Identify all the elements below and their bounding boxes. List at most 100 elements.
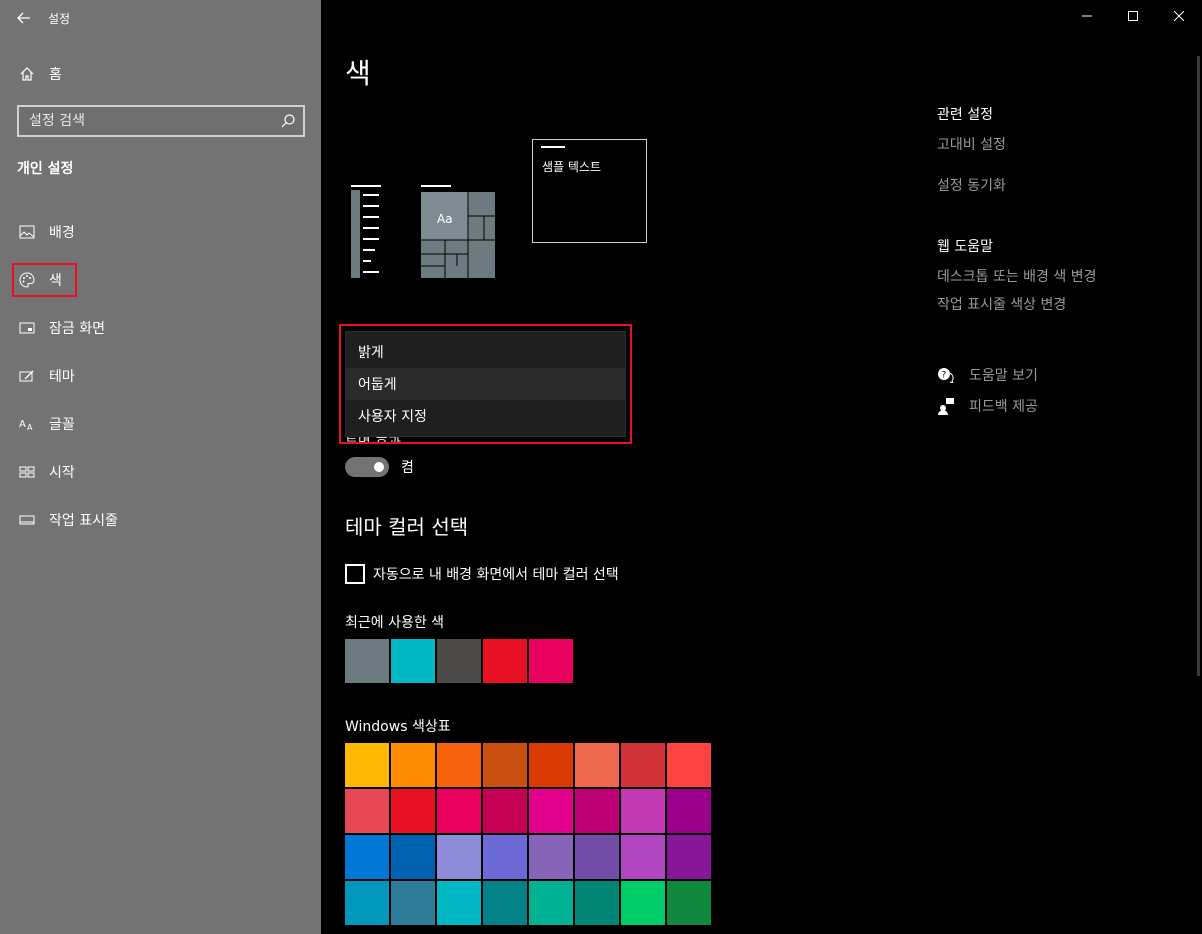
related-heading: 관련 설정 — [937, 107, 993, 123]
search-input[interactable] — [29, 113, 269, 129]
sample-line — [541, 146, 565, 148]
recent-swatch[interactable] — [483, 639, 527, 683]
palette-swatch[interactable] — [437, 881, 481, 925]
palette-swatch[interactable] — [575, 881, 619, 925]
svg-text:?: ? — [942, 371, 947, 381]
desktop-color-link[interactable]: 데스크톱 또는 배경 색 변경 — [937, 266, 1177, 286]
palette-swatch[interactable] — [575, 743, 619, 787]
palette-swatch[interactable] — [345, 881, 389, 925]
taskbar-icon — [18, 511, 36, 529]
palette-swatch[interactable] — [391, 789, 435, 833]
recent-swatch[interactable] — [437, 639, 481, 683]
palette-swatch[interactable] — [621, 881, 665, 925]
sidebar-item-label: 잠금 화면 — [49, 321, 105, 337]
sidebar-item-colors[interactable]: 색 — [0, 256, 321, 304]
palette-swatch[interactable] — [437, 835, 481, 879]
palette-swatch[interactable] — [575, 835, 619, 879]
palette-swatch[interactable] — [667, 881, 711, 925]
get-help-row[interactable]: ? 도움말 보기 — [937, 365, 1038, 385]
sidebar-item-label: 색 — [49, 273, 62, 289]
sidebar-item-label: 작업 표시줄 — [49, 513, 118, 529]
palette-swatch[interactable] — [437, 789, 481, 833]
sidebar-item-taskbar[interactable]: 작업 표시줄 — [0, 496, 321, 544]
sidebar-item-fonts[interactable]: AA 글꼴 — [0, 400, 321, 448]
sync-settings-link[interactable]: 설정 동기화 — [937, 175, 1177, 195]
palette-swatch[interactable] — [391, 743, 435, 787]
scrollbar[interactable] — [1197, 56, 1200, 676]
app-title: 설정 — [48, 11, 71, 26]
recent-colors — [345, 639, 575, 683]
sidebar-item-background[interactable]: 배경 — [0, 208, 321, 256]
transparency-toggle[interactable] — [345, 457, 389, 477]
close-button[interactable] — [1156, 0, 1202, 32]
start-list-preview — [351, 185, 381, 278]
home-icon — [18, 65, 36, 83]
main-content: 색 Aa 샘플 텍스트 투명 효과 밝게 어둡게 사용자 지정 켬 테마 컬러 … — [321, 0, 1202, 934]
palette-swatch[interactable] — [667, 743, 711, 787]
start-icon — [18, 463, 36, 481]
taskbar-color-link[interactable]: 작업 표시줄 색상 변경 — [937, 294, 1177, 314]
palette-swatch[interactable] — [391, 835, 435, 879]
palette-swatch[interactable] — [529, 789, 573, 833]
palette-swatch[interactable] — [483, 743, 527, 787]
palette-swatch[interactable] — [483, 881, 527, 925]
recent-swatch[interactable] — [391, 639, 435, 683]
title-bar: 설정 — [0, 0, 321, 36]
palette-swatch[interactable] — [483, 789, 527, 833]
feedback-row[interactable]: 피드백 제공 — [937, 396, 1038, 416]
theme-icon — [18, 367, 36, 385]
recent-swatch[interactable] — [345, 639, 389, 683]
tiles-preview: Aa — [421, 185, 495, 278]
palette-swatch[interactable] — [529, 835, 573, 879]
picture-icon — [18, 223, 36, 241]
maximize-button[interactable] — [1110, 0, 1156, 32]
palette-swatch[interactable] — [529, 881, 573, 925]
palette-swatch[interactable] — [667, 789, 711, 833]
dropdown-option-light[interactable]: 밝게 — [346, 336, 625, 368]
toggle-knob — [374, 462, 384, 472]
palette-swatch[interactable] — [345, 835, 389, 879]
help-chat-icon: ? — [938, 368, 954, 383]
color-mode-dropdown[interactable]: 밝게 어둡게 사용자 지정 — [345, 331, 626, 437]
sidebar-item-start[interactable]: 시작 — [0, 448, 321, 496]
palette-swatch[interactable] — [667, 835, 711, 879]
palette-swatch[interactable] — [621, 743, 665, 787]
sidebar-item-lock-screen[interactable]: 잠금 화면 — [0, 304, 321, 352]
home-nav-item[interactable]: 홈 — [0, 56, 321, 92]
auto-accent-row: 자동으로 내 배경 화면에서 테마 컬러 선택 — [345, 564, 619, 584]
back-button[interactable] — [0, 0, 48, 36]
preview-aa: Aa — [437, 212, 453, 226]
palette-swatch[interactable] — [529, 743, 573, 787]
high-contrast-link[interactable]: 고대비 설정 — [937, 134, 1177, 154]
toggle-state-label: 켬 — [401, 460, 414, 476]
windows-color-palette — [345, 743, 711, 925]
palette-swatch[interactable] — [575, 789, 619, 833]
feedback-label: 피드백 제공 — [969, 399, 1038, 415]
auto-accent-checkbox[interactable] — [345, 564, 365, 584]
dropdown-option-custom[interactable]: 사용자 지정 — [346, 400, 625, 432]
palette-swatch[interactable] — [621, 789, 665, 833]
dropdown-option-dark[interactable]: 어둡게 — [346, 368, 625, 400]
palette-swatch[interactable] — [483, 835, 527, 879]
recent-swatch[interactable] — [529, 639, 573, 683]
palette-swatch[interactable] — [621, 835, 665, 879]
svg-text:A: A — [19, 419, 26, 430]
back-arrow-icon — [17, 12, 30, 24]
sample-text-preview: 샘플 텍스트 — [532, 139, 647, 243]
sidebar-item-label: 배경 — [49, 225, 75, 241]
nav-list: 배경 색 잠금 화면 테마 AA 글꼴 시작 작업 표시줄 — [0, 208, 321, 544]
sidebar-item-themes[interactable]: 테마 — [0, 352, 321, 400]
minimize-button[interactable] — [1064, 0, 1110, 32]
recent-colors-label: 최근에 사용한 색 — [345, 615, 445, 631]
palette-swatch[interactable] — [345, 743, 389, 787]
sidebar-item-label: 테마 — [49, 369, 75, 385]
palette-swatch[interactable] — [345, 789, 389, 833]
font-icon: AA — [18, 415, 36, 433]
search-box — [17, 105, 305, 137]
sidebar: 설정 홈 개인 설정 배경 색 잠금 화면 — [0, 0, 321, 934]
feedback-icon — [938, 398, 954, 415]
search-icon[interactable] — [280, 113, 296, 129]
palette-swatch[interactable] — [437, 743, 481, 787]
maximize-icon — [1128, 11, 1138, 21]
palette-swatch[interactable] — [391, 881, 435, 925]
